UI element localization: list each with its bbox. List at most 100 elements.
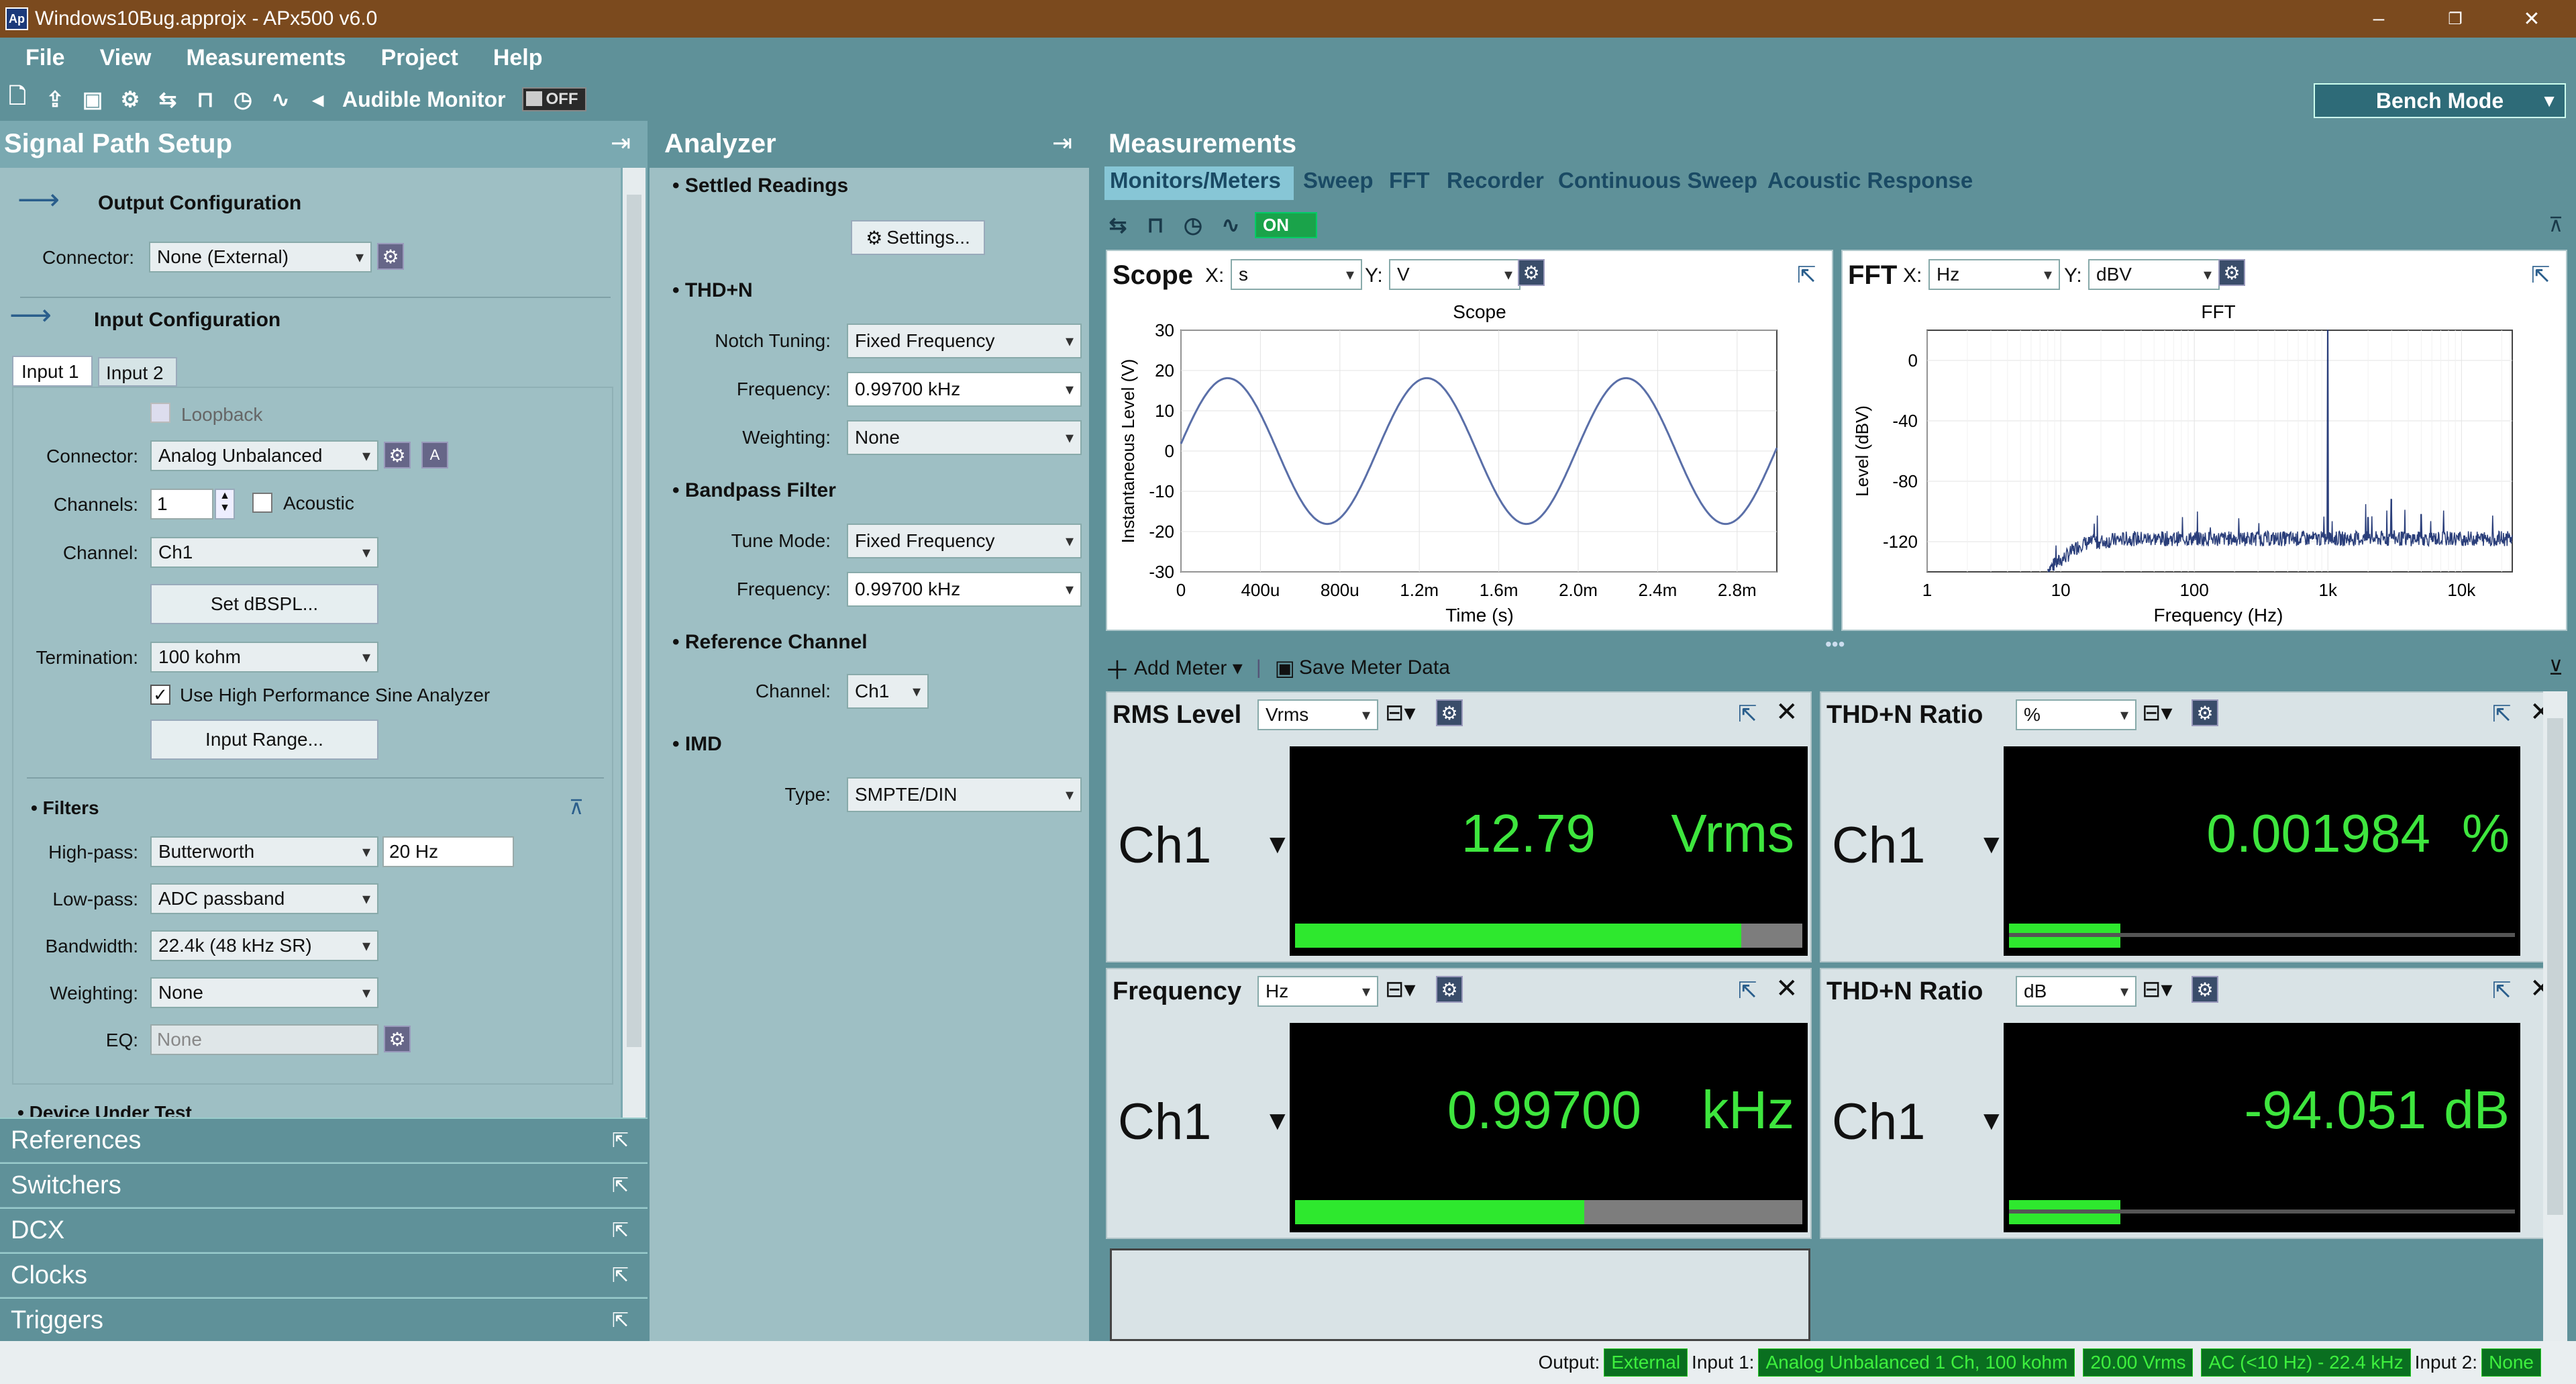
clocks-link[interactable]: Clocks ⇱ (0, 1252, 648, 1297)
dcx-link[interactable]: DCX ⇱ (0, 1207, 648, 1252)
collapse-icon[interactable]: ⊼ (569, 796, 584, 820)
loopback-checkbox[interactable] (150, 403, 170, 423)
chevron-down-icon[interactable]: ▼ (1978, 1106, 2005, 1136)
scrollbar-thumb[interactable] (627, 195, 641, 1047)
popout-icon[interactable]: ⇱ (2492, 977, 2512, 1004)
gear-icon[interactable]: ⚙ (2218, 259, 2245, 286)
new-file-icon[interactable]: 🗋 (4, 84, 31, 113)
gear-icon[interactable]: ⚙ (384, 442, 411, 468)
waveform-icon[interactable]: ⊓ (1142, 211, 1169, 238)
audible-monitor-toggle[interactable]: OFF (521, 87, 586, 111)
gear-icon[interactable]: ⚙ (2192, 699, 2218, 726)
meters-scrollbar[interactable] (2543, 691, 2567, 1341)
scope-y-unit-select[interactable]: V (1389, 259, 1521, 290)
sweep-icon[interactable]: ∿ (1217, 211, 1244, 238)
clock-icon[interactable]: ◷ (229, 86, 256, 113)
bandpass-frequency-input[interactable]: 0.99700 kHz (847, 572, 1082, 607)
input2-status-value[interactable]: None (2481, 1348, 2541, 1377)
tune-mode-select[interactable]: Fixed Frequency (847, 524, 1082, 558)
highpass-select[interactable]: Butterworth (150, 836, 378, 867)
save-icon[interactable]: ▣ (79, 86, 106, 113)
weighting-select[interactable]: None (847, 420, 1082, 455)
tab-continuous-sweep[interactable]: Continuous Sweep (1558, 168, 1757, 193)
acoustic-checkbox[interactable] (252, 493, 272, 513)
weighting-select[interactable]: None (150, 977, 378, 1008)
left-scrollbar[interactable] (623, 168, 646, 1118)
connector-select[interactable]: Analog Unbalanced (150, 440, 378, 471)
fft-x-unit-select[interactable]: Hz (1928, 259, 2060, 290)
graph-icon[interactable]: ⊟▾ (2142, 699, 2173, 726)
coupling-status[interactable]: AC (<10 Hz) - 22.4 kHz (2201, 1348, 2411, 1377)
tab-monitors-meters[interactable]: Monitors/Meters (1110, 168, 1281, 193)
triggers-link[interactable]: Triggers ⇱ (0, 1297, 648, 1342)
pin-icon[interactable]: ⇥ (1052, 129, 1072, 157)
set-dbspl-button[interactable]: Set dBSPL... (150, 584, 378, 624)
close-icon[interactable]: ✕ (1775, 697, 1798, 728)
clock-icon[interactable]: ◷ (1180, 211, 1206, 238)
bandwidth-select[interactable]: 22.4k (48 kHz SR) (150, 930, 378, 961)
meter-unit-select[interactable]: Vrms (1257, 699, 1378, 730)
input1-status-value[interactable]: Analog Unbalanced 1 Ch, 100 kohm (1758, 1348, 2075, 1377)
highpass-frequency-input[interactable]: 20 Hz (382, 836, 514, 867)
settings-button[interactable]: ⚙ Settings... (851, 220, 985, 255)
hp-sine-checkbox[interactable]: ✓ (150, 685, 170, 705)
menu-project[interactable]: Project (381, 45, 458, 71)
tab-input-2[interactable]: Input 2 (98, 357, 177, 387)
menu-measurements[interactable]: Measurements (186, 45, 346, 71)
scrollbar-thumb[interactable] (2547, 718, 2563, 1215)
pin-icon[interactable]: ⇥ (611, 129, 631, 157)
output-status-value[interactable]: External (1604, 1348, 1688, 1377)
tab-input-1[interactable]: Input 1 (12, 356, 93, 387)
scope-x-unit-select[interactable]: s (1231, 259, 1362, 290)
chevron-down-icon[interactable]: ▼ (1264, 1106, 1291, 1136)
popout-icon[interactable]: ⇱ (2531, 262, 2551, 289)
gear-icon[interactable]: ⚙ (117, 86, 144, 113)
collapse-icon[interactable]: ⊼ (2548, 213, 2563, 237)
fft-y-unit-select[interactable]: dBV (2088, 259, 2220, 290)
signal-path-icon[interactable]: ⇆ (154, 86, 181, 113)
chevron-down-icon[interactable]: ▼ (1978, 830, 2005, 860)
popout-icon[interactable]: ⇱ (1738, 977, 1757, 1004)
tab-acoustic-response[interactable]: Acoustic Response (1767, 168, 1973, 193)
meter-unit-select[interactable]: % (2016, 699, 2136, 730)
ref-channel-select[interactable]: Ch1 (847, 674, 929, 709)
font-icon[interactable]: A (421, 442, 448, 468)
menu-file[interactable]: File (25, 45, 65, 71)
input-range-button[interactable]: Input Range... (150, 720, 378, 760)
close-button[interactable]: ✕ (2495, 0, 2569, 38)
lowpass-select[interactable]: ADC passband (150, 883, 378, 914)
output-connector-select[interactable]: None (External) (149, 242, 372, 273)
waveform-icon[interactable]: ⊓ (192, 86, 219, 113)
tab-recorder[interactable]: Recorder (1447, 168, 1544, 193)
gear-icon[interactable]: ⚙ (377, 243, 404, 270)
sweep-icon[interactable]: ∿ (267, 86, 294, 113)
tab-fft[interactable]: FFT (1389, 168, 1429, 193)
termination-select[interactable]: 100 kohm (150, 642, 378, 673)
signal-path-icon[interactable]: ⇆ (1104, 211, 1131, 238)
close-icon[interactable]: ✕ (1775, 973, 1798, 1004)
menu-view[interactable]: View (100, 45, 152, 71)
graph-icon[interactable]: ⊟▾ (1385, 699, 1416, 726)
gear-icon[interactable]: ⚙ (1436, 699, 1463, 726)
references-link[interactable]: References ⇱ (0, 1118, 648, 1162)
eq-input[interactable]: None (150, 1024, 378, 1055)
notch-tuning-select[interactable]: Fixed Frequency (847, 324, 1082, 358)
meter-unit-select[interactable]: Hz (1257, 976, 1378, 1007)
graph-icon[interactable]: ⊟▾ (1385, 976, 1416, 1003)
gear-icon[interactable]: ⚙ (1436, 976, 1463, 1003)
chevron-down-icon[interactable]: ▼ (1264, 830, 1291, 860)
frequency-input[interactable]: 0.99700 kHz (847, 372, 1082, 407)
switchers-link[interactable]: Switchers ⇱ (0, 1163, 648, 1207)
add-meter-button[interactable]: Add Meter ▾ (1134, 656, 1243, 680)
save-meter-data-button[interactable]: Save Meter Data (1299, 656, 1450, 679)
channels-input[interactable]: 1 (150, 489, 213, 520)
open-file-icon[interactable]: ⇪ (42, 86, 68, 113)
bench-mode-select[interactable]: Bench Mode ▼ (2314, 83, 2566, 118)
popout-icon[interactable]: ⇱ (2492, 701, 2512, 728)
imd-type-select[interactable]: SMPTE/DIN (847, 777, 1082, 812)
minimize-button[interactable]: – (2342, 0, 2416, 38)
meter-unit-select[interactable]: dB (2016, 976, 2136, 1007)
menu-help[interactable]: Help (493, 45, 543, 71)
popout-icon[interactable]: ⇱ (1738, 701, 1757, 728)
graph-icon[interactable]: ⊟▾ (2142, 976, 2173, 1003)
